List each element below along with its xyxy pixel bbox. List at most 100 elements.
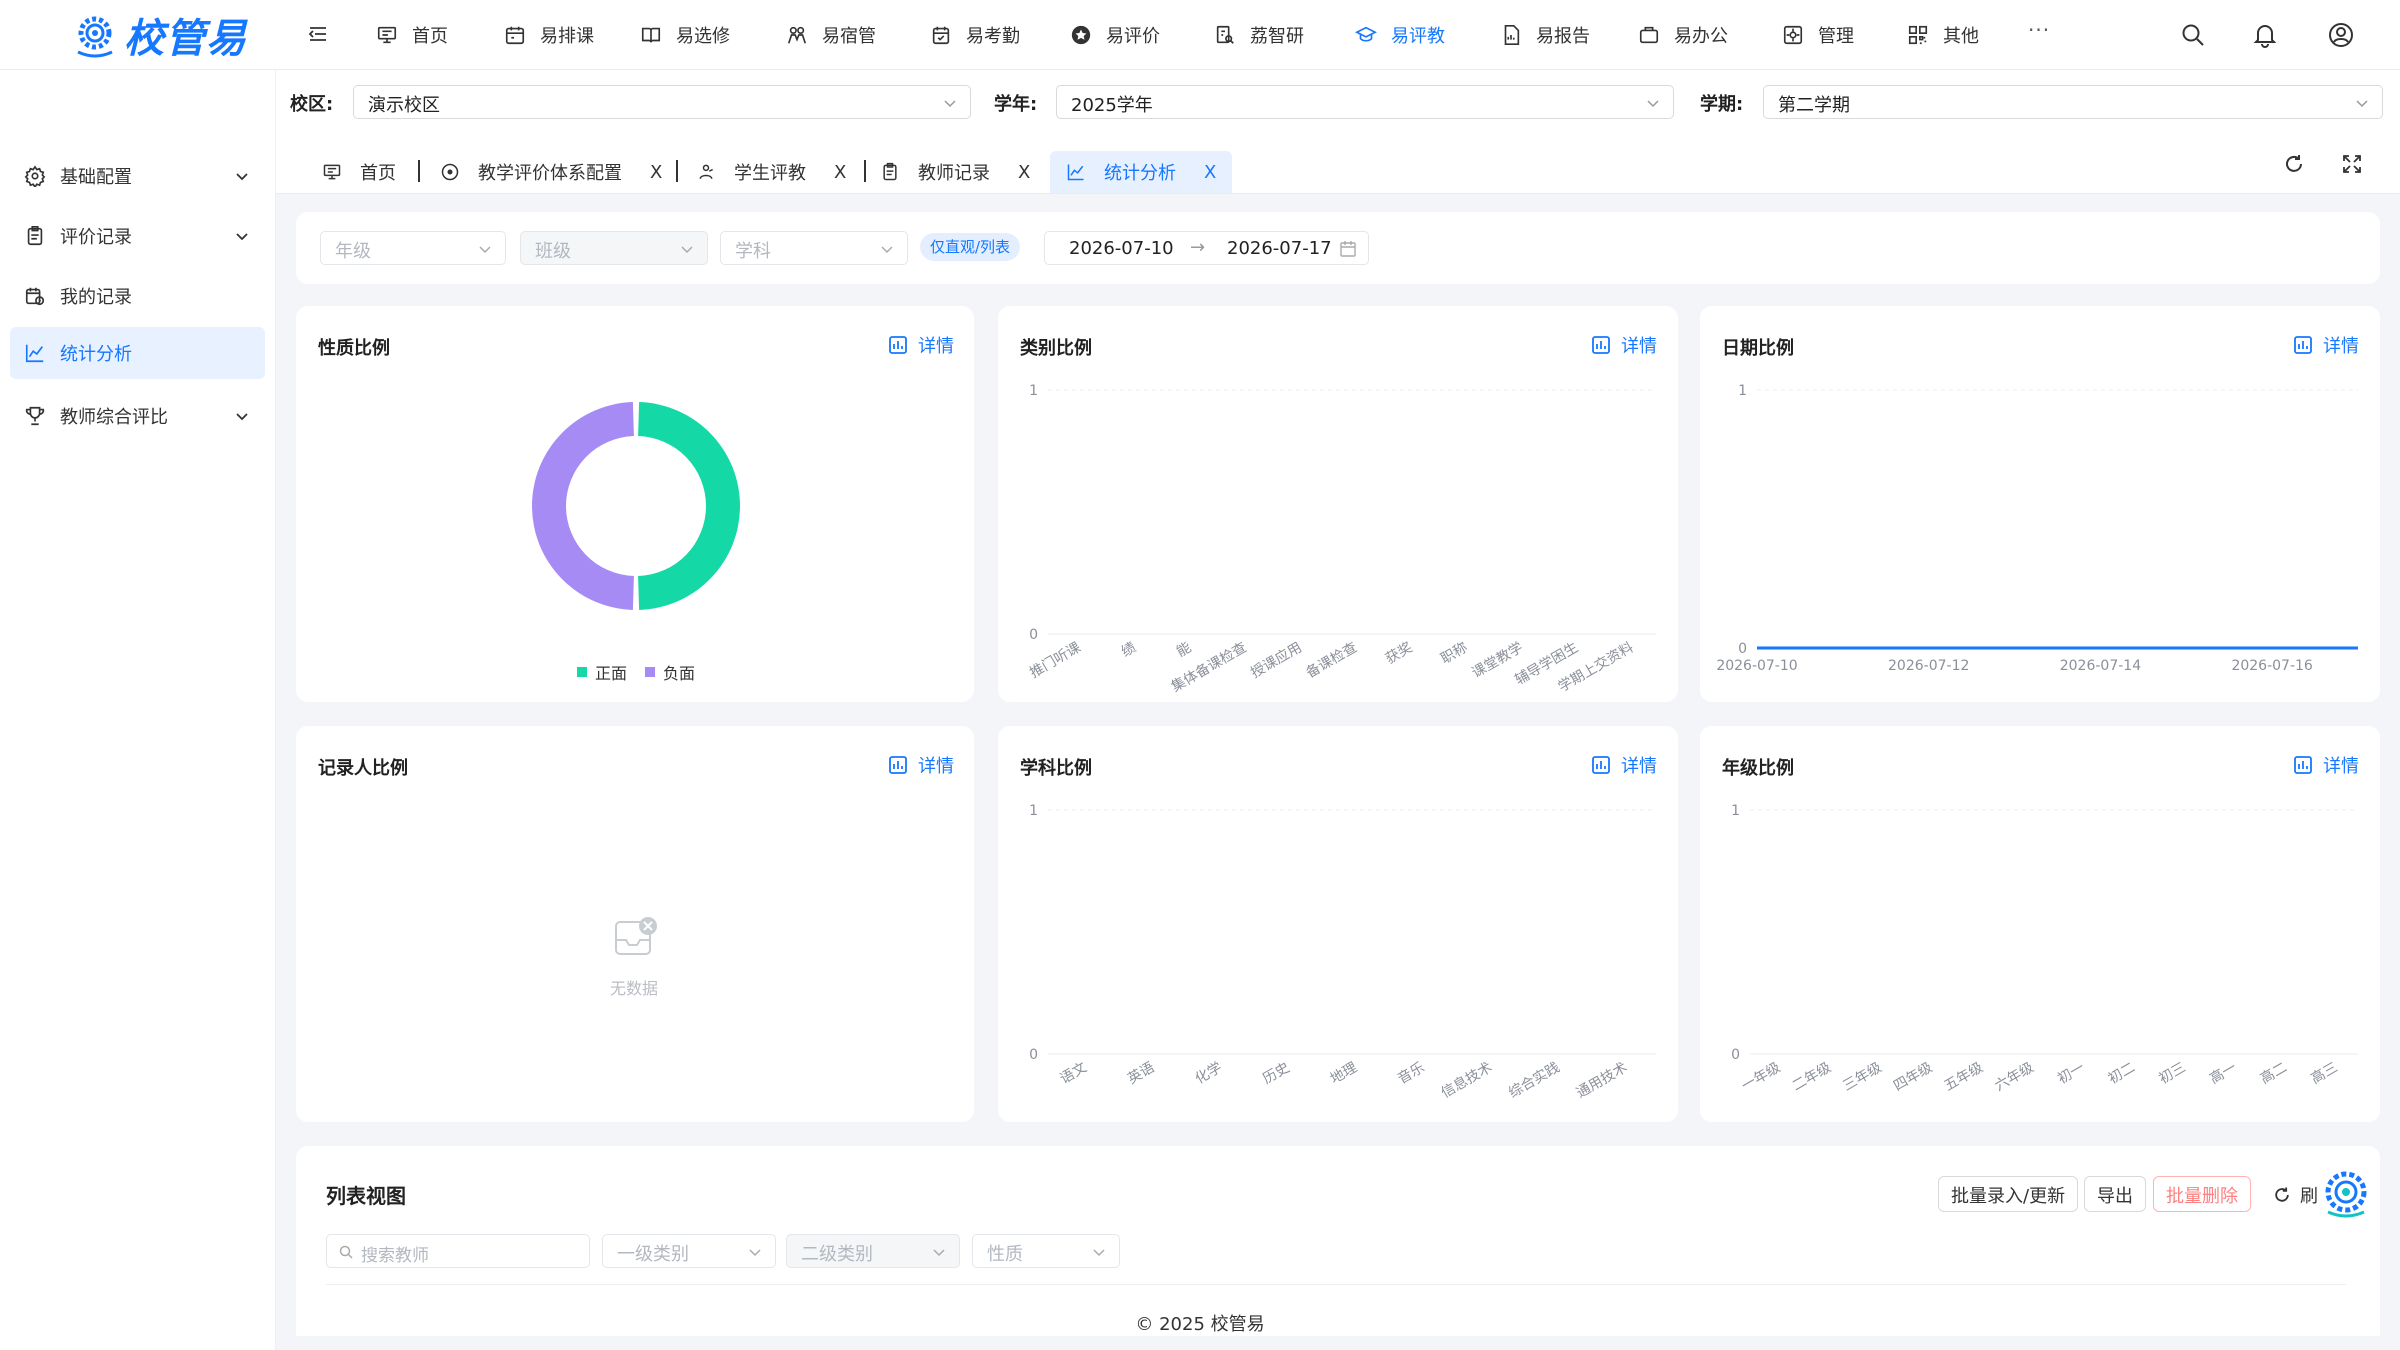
legend-swatch-negative bbox=[645, 667, 656, 677]
tab-close-icon[interactable]: X bbox=[1204, 162, 1216, 183]
refresh-icon[interactable] bbox=[2282, 152, 2306, 176]
top-navbar: 校管易 首页 易排课 易选修 易宿管 易考勤 易评价 荔智研 易评教 易报告 易办公 管理 其他 ··… bbox=[0, 0, 2400, 70]
nature-select[interactable]: 性质 bbox=[972, 1234, 1120, 1268]
x-tick-label: 能 bbox=[1174, 640, 1194, 661]
list-refresh-button[interactable]: 刷 bbox=[2272, 1182, 2318, 1208]
subject-select[interactable]: 学科 bbox=[720, 231, 908, 265]
tab-2[interactable]: 学生评教 X bbox=[680, 151, 862, 193]
nav-item-label: 易宿管 bbox=[822, 26, 876, 47]
nav-item-3[interactable]: 易宿管 bbox=[786, 0, 876, 70]
detail-link-2[interactable]: 详情 bbox=[2293, 332, 2359, 358]
sidebar-item-4[interactable]: 教师综合评比 bbox=[10, 390, 265, 442]
y-tick-label: 0 bbox=[1731, 1047, 1740, 1063]
nav-item-7[interactable]: 易评教 bbox=[1355, 0, 1445, 70]
student-icon bbox=[699, 164, 714, 179]
cat1-select[interactable]: 一级类别 bbox=[602, 1234, 776, 1268]
detail-link-1[interactable]: 详情 bbox=[1591, 332, 1657, 358]
pie-slice-正面[interactable] bbox=[638, 402, 741, 610]
nav-item-label: 易考勤 bbox=[966, 26, 1020, 47]
term-select[interactable]: 第二学期 bbox=[1763, 85, 2383, 119]
user-avatar-icon[interactable] bbox=[2328, 22, 2354, 48]
x-tick-label: 高三 bbox=[2308, 1059, 2341, 1088]
pie-slice-负面[interactable] bbox=[531, 402, 634, 610]
nav-item-6[interactable]: 荔智研 bbox=[1214, 0, 1304, 70]
chevron-down-icon bbox=[681, 246, 693, 254]
bell-icon[interactable] bbox=[2252, 22, 2278, 48]
nature-chart-title: 性质比例 bbox=[318, 338, 390, 359]
tab-close-icon[interactable]: X bbox=[650, 162, 662, 183]
tab-3[interactable]: 教师记录 X bbox=[864, 151, 1046, 193]
x-tick-label: 2026-07-10 bbox=[1716, 658, 1797, 674]
y-tick-label: 1 bbox=[1029, 383, 1038, 399]
x-tick-label: 职称 bbox=[1438, 640, 1470, 668]
class-select[interactable]: 班级 bbox=[520, 231, 708, 265]
nav-item-9[interactable]: 易办公 bbox=[1638, 0, 1728, 70]
grade-select[interactable]: 年级 bbox=[320, 231, 506, 265]
date-start[interactable]: 2026-07-10 bbox=[1069, 238, 1174, 259]
chevron-down-icon bbox=[479, 246, 491, 254]
chevron-down-icon bbox=[2356, 100, 2368, 108]
legend-negative[interactable]: 负面 bbox=[663, 660, 695, 684]
tab-close-icon[interactable]: X bbox=[1018, 162, 1030, 183]
settings-box-icon bbox=[1783, 25, 1803, 45]
sidebar-item-0[interactable]: 基础配置 bbox=[10, 150, 265, 202]
tab-0[interactable]: 首页 bbox=[306, 151, 412, 193]
date-end[interactable]: 2026-07-17 bbox=[1227, 238, 1332, 259]
grade-placeholder: 年级 bbox=[335, 241, 371, 262]
nav-item-label: 易办公 bbox=[1674, 26, 1728, 47]
nav-item-11[interactable]: 其他 bbox=[1907, 0, 1979, 70]
tab-1[interactable]: 教学评价体系配置 X bbox=[424, 151, 678, 193]
empty-text: 无数据 bbox=[610, 979, 659, 998]
x-tick-label: 2026-07-12 bbox=[1888, 658, 1969, 674]
bar-chart-icon bbox=[2294, 336, 2312, 354]
batch-entry-button[interactable]: 批量录入/更新 bbox=[1938, 1176, 2079, 1212]
nav-item-10[interactable]: 管理 bbox=[1782, 0, 1854, 70]
app-logo[interactable]: 校管易 bbox=[70, 6, 247, 64]
sidebar-item-2[interactable]: 我的记录 bbox=[10, 270, 265, 322]
sidebar-item-1[interactable]: 评价记录 bbox=[10, 210, 265, 262]
date-range-picker[interactable]: 2026-07-10 → 2026-07-17 bbox=[1044, 231, 1369, 265]
detail-label: 详情 bbox=[918, 336, 954, 357]
y-tick-label: 0 bbox=[1029, 627, 1038, 643]
collapse-menu-icon[interactable] bbox=[306, 22, 330, 46]
chevron-down-icon bbox=[933, 1249, 945, 1257]
dorm-icon bbox=[787, 26, 807, 44]
tab-close-icon[interactable]: X bbox=[834, 162, 846, 183]
detail-link-5[interactable]: 详情 bbox=[2293, 752, 2359, 778]
nav-item-label: 易选修 bbox=[676, 26, 730, 47]
monitor-icon bbox=[323, 164, 341, 180]
detail-link-3[interactable]: 详情 bbox=[888, 752, 954, 778]
campus-select[interactable]: 演示校区 bbox=[353, 85, 971, 119]
mode-badge[interactable]: 仅直观/列表 bbox=[920, 233, 1021, 261]
bar-chart-icon bbox=[889, 756, 907, 774]
nav-item-1[interactable]: 易排课 bbox=[504, 0, 594, 70]
nav-item-2[interactable]: 易选修 bbox=[640, 0, 730, 70]
line-chart-icon bbox=[25, 344, 44, 363]
star-icon bbox=[1071, 25, 1091, 45]
teacher-search-input[interactable]: 搜索教师 bbox=[326, 1234, 590, 1268]
list-title: 列表视图 bbox=[326, 1184, 406, 1208]
nav-item-4[interactable]: 易考勤 bbox=[930, 0, 1020, 70]
floating-assistant-icon[interactable] bbox=[2316, 1164, 2376, 1224]
search-icon[interactable] bbox=[2180, 22, 2206, 48]
nav-item-0[interactable]: 首页 bbox=[376, 0, 448, 70]
bar-chart-icon bbox=[889, 336, 907, 354]
nav-item-8[interactable]: 易报告 bbox=[1500, 0, 1590, 70]
cat2-select[interactable]: 二级类别 bbox=[786, 1234, 960, 1268]
nav-more-icon[interactable]: ··· bbox=[2028, 18, 2050, 42]
tab-4[interactable]: 统计分析 X bbox=[1050, 151, 1233, 193]
legend-positive[interactable]: 正面 bbox=[595, 660, 627, 684]
export-button[interactable]: 导出 bbox=[2084, 1176, 2146, 1212]
detail-link-0[interactable]: 详情 bbox=[888, 332, 954, 358]
target-icon bbox=[441, 163, 459, 181]
grade-bar-chart: 0 1 一年级 二年级 三年级 四年级 五年级 六年级 初一 初二 初三 高一 高二 高三 bbox=[1731, 803, 2358, 1094]
nav-item-5[interactable]: 易评价 bbox=[1070, 0, 1160, 70]
detail-link-4[interactable]: 详情 bbox=[1591, 752, 1657, 778]
fullscreen-icon[interactable] bbox=[2340, 152, 2364, 176]
search-icon bbox=[339, 1245, 353, 1259]
sidebar-item-3[interactable]: 统计分析 bbox=[10, 327, 265, 379]
tab-label: 学生评教 bbox=[734, 163, 806, 184]
sidebar-item-label: 教师综合评比 bbox=[60, 407, 168, 428]
batch-delete-button[interactable]: 批量删除 bbox=[2153, 1176, 2251, 1212]
year-select[interactable]: 2025学年 bbox=[1056, 85, 1674, 119]
